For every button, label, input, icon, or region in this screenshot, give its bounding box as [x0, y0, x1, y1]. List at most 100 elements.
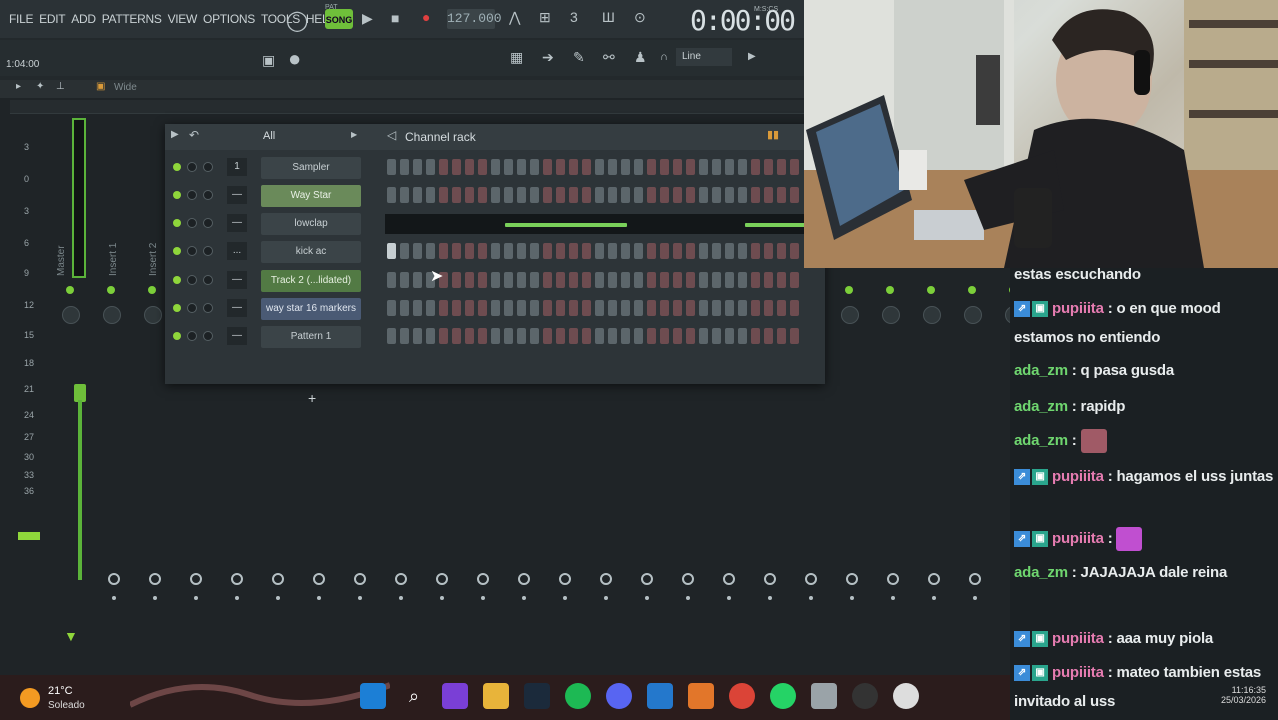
mixer-menu-arrow-icon[interactable]: ▸ — [16, 81, 21, 92]
step-button[interactable] — [647, 328, 656, 344]
step-button[interactable] — [647, 159, 656, 175]
step-button[interactable] — [504, 300, 513, 316]
strip-route-dot[interactable] — [194, 596, 198, 600]
filter-arrow-icon[interactable]: ▶ — [351, 130, 357, 139]
channel-mixer-track[interactable]: ... — [227, 242, 247, 260]
chat-username[interactable]: pupiiita — [1052, 530, 1104, 547]
strip-route-dot[interactable] — [604, 596, 608, 600]
step-button[interactable] — [452, 159, 461, 175]
step-button[interactable] — [400, 243, 409, 259]
step-button[interactable] — [790, 243, 799, 259]
step-button[interactable] — [582, 243, 591, 259]
channel-pan-knob[interactable] — [187, 303, 197, 313]
spotify-icon[interactable] — [565, 683, 591, 709]
step-button[interactable] — [764, 272, 773, 288]
step-button[interactable] — [569, 159, 578, 175]
strip-pan-knob[interactable] — [103, 306, 121, 324]
channel-mute-led[interactable] — [173, 247, 181, 255]
channel-mixer-track[interactable]: — — [227, 214, 247, 232]
piano-icon[interactable]: ▦ — [510, 49, 523, 66]
step-button[interactable] — [686, 159, 695, 175]
step-button[interactable] — [452, 187, 461, 203]
step-button[interactable] — [426, 328, 435, 344]
step-button[interactable] — [530, 300, 539, 316]
obs-icon[interactable] — [852, 683, 878, 709]
step-button[interactable] — [517, 272, 526, 288]
step-button[interactable] — [712, 272, 721, 288]
channel-volume-knob[interactable] — [203, 190, 213, 200]
strip-route-dot[interactable] — [235, 596, 239, 600]
step-button[interactable] — [673, 300, 682, 316]
graph-editor-icon[interactable]: ▮▮ — [767, 128, 779, 141]
strip-send-icon[interactable] — [231, 573, 243, 585]
song-mode-button[interactable]: SONG — [325, 9, 353, 29]
step-button[interactable] — [387, 272, 396, 288]
channel-name-button[interactable]: Pattern 1 — [261, 326, 361, 348]
steam-icon[interactable] — [524, 683, 550, 709]
step-button[interactable] — [400, 300, 409, 316]
step-button[interactable] — [712, 243, 721, 259]
step-button[interactable] — [790, 159, 799, 175]
step-button[interactable] — [764, 300, 773, 316]
step-button[interactable] — [582, 328, 591, 344]
channel-volume-knob[interactable] — [203, 303, 213, 313]
step-button[interactable] — [621, 328, 630, 344]
step-button[interactable] — [595, 187, 604, 203]
menu-edit[interactable]: EDIT — [36, 12, 68, 26]
step-button[interactable] — [751, 159, 760, 175]
channel-volume-knob[interactable] — [203, 246, 213, 256]
strip-route-dot[interactable] — [112, 596, 116, 600]
chrome-icon[interactable] — [729, 683, 755, 709]
step-button[interactable] — [621, 300, 630, 316]
step-button[interactable] — [725, 159, 734, 175]
discord-icon[interactable] — [606, 683, 632, 709]
step-button[interactable] — [517, 300, 526, 316]
step-button[interactable] — [439, 328, 448, 344]
step-button[interactable] — [465, 187, 474, 203]
step-button[interactable] — [400, 187, 409, 203]
step-button[interactable] — [790, 300, 799, 316]
strip-send-icon[interactable] — [190, 573, 202, 585]
wait-input-icon[interactable]: ⊞ — [539, 9, 551, 26]
mixer-layout-icon[interactable]: ▣ — [96, 81, 105, 92]
step-button[interactable] — [517, 243, 526, 259]
step-button[interactable] — [478, 243, 487, 259]
step-button[interactable] — [543, 328, 552, 344]
strip-send-icon[interactable] — [518, 573, 530, 585]
step-button[interactable] — [465, 272, 474, 288]
chat-username[interactable]: pupiiita — [1052, 664, 1104, 681]
master-volume-knob-icon[interactable]: ◯ — [286, 8, 308, 33]
step-button[interactable] — [426, 300, 435, 316]
step-button[interactable] — [478, 328, 487, 344]
file-explorer-icon[interactable] — [483, 683, 509, 709]
channel-mute-led[interactable] — [173, 163, 181, 171]
step-button[interactable] — [452, 272, 461, 288]
step-button[interactable] — [608, 328, 617, 344]
step-button[interactable] — [569, 187, 578, 203]
step-button[interactable] — [413, 300, 422, 316]
step-button[interactable] — [556, 272, 565, 288]
whatsapp-icon[interactable] — [770, 683, 796, 709]
step-button[interactable] — [465, 243, 474, 259]
step-button[interactable] — [725, 300, 734, 316]
strip-send-icon[interactable] — [969, 573, 981, 585]
step-button[interactable] — [413, 272, 422, 288]
strip-send-icon[interactable] — [436, 573, 448, 585]
channel-filter-select[interactable]: All — [263, 130, 275, 142]
strip-enable-led[interactable] — [148, 286, 156, 294]
step-button[interactable] — [556, 328, 565, 344]
step-button[interactable] — [530, 243, 539, 259]
channel-mute-led[interactable] — [173, 191, 181, 199]
chat-username[interactable]: ada_zm — [1014, 564, 1068, 581]
strip-send-icon[interactable] — [313, 573, 325, 585]
step-button[interactable] — [634, 328, 643, 344]
time-display[interactable]: 0:00:00 — [690, 4, 796, 37]
link-icon[interactable]: ⚯ — [603, 49, 615, 66]
step-button[interactable] — [621, 159, 630, 175]
step-button[interactable] — [660, 187, 669, 203]
onenote-icon[interactable] — [442, 683, 468, 709]
step-button[interactable] — [413, 243, 422, 259]
menu-file[interactable]: FILE — [6, 12, 36, 26]
strip-route-dot[interactable] — [809, 596, 813, 600]
step-button[interactable] — [556, 187, 565, 203]
